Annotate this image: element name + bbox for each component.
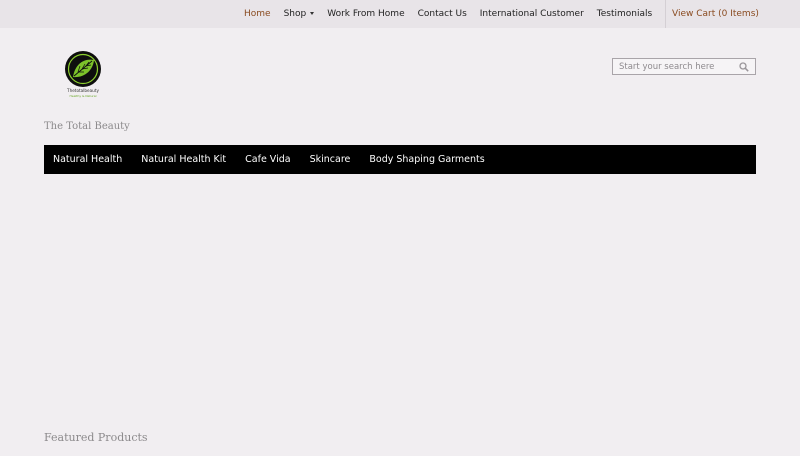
mainnav-item-cafe-vida[interactable]: Cafe Vida [245, 154, 290, 165]
topnav-item-testimonials[interactable]: Testimonials [597, 9, 652, 19]
site-logo[interactable]: Thetotalbeauty Healthy & Natural [60, 48, 106, 100]
logo-subtext: Healthy & Natural [70, 94, 97, 98]
topnav-item-home[interactable]: Home [244, 9, 271, 19]
featured-products-heading: Featured Products [44, 431, 148, 444]
mainnav-item-body-shaping-garments[interactable]: Body Shaping Garments [369, 154, 484, 165]
search-input[interactable] [613, 59, 743, 74]
top-nav: Home Shop Work From Home Contact Us Inte… [244, 0, 665, 28]
mainnav-item-natural-health-kit[interactable]: Natural Health Kit [141, 154, 226, 165]
site-tagline: The Total Beauty [44, 121, 130, 132]
mainnav-item-natural-health[interactable]: Natural Health [53, 154, 122, 165]
leaf-logo-icon: Thetotalbeauty Healthy & Natural [65, 51, 101, 98]
topnav-item-shop-label: Shop [283, 9, 307, 19]
topnav-item-shop[interactable]: Shop [284, 9, 315, 19]
logo-text: Thetotalbeauty [66, 88, 99, 93]
mainnav-item-skincare[interactable]: Skincare [310, 154, 351, 165]
topnav-item-contact-us[interactable]: Contact Us [418, 9, 467, 19]
search-icon[interactable] [739, 62, 749, 72]
search-box [612, 58, 756, 75]
view-cart-link[interactable]: View Cart (0 Items) [665, 0, 800, 28]
topnav-item-international-customer[interactable]: International Customer [480, 9, 584, 19]
topnav-item-work-from-home[interactable]: Work From Home [327, 9, 404, 19]
top-bar: Home Shop Work From Home Contact Us Inte… [0, 0, 800, 28]
main-nav: Natural Health Natural Health Kit Cafe V… [44, 145, 756, 174]
chevron-down-icon [310, 12, 315, 15]
